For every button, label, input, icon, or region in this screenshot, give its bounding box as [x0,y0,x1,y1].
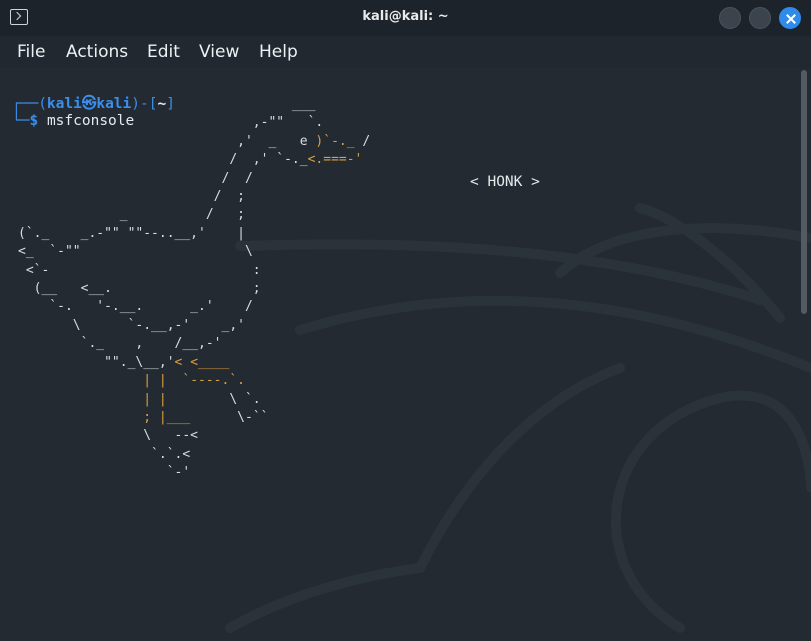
terminal-area[interactable]: ┌──(kali㉿kali)-[~] └─$ msfconsole < HONK… [0,68,811,641]
menu-edit[interactable]: Edit [147,42,180,62]
window-title: kali@kali: ~ [362,9,449,24]
menu-view[interactable]: View [199,42,239,62]
minimize-button[interactable] [719,7,741,29]
menu-bar: File Actions Edit View Help [0,36,811,68]
honk-speech-bubble: < HONK > [470,174,540,190]
maximize-button[interactable] [749,7,771,29]
goose-ascii-art: ___ ,-"" `. ,' _ e )`-._ / / ,' `-._<.==… [18,97,371,481]
scrollbar[interactable] [801,70,807,314]
terminal-window: kali@kali: ~ File Actions Edit View Help… [0,0,811,641]
close-button[interactable] [779,7,801,29]
menu-help[interactable]: Help [259,42,298,62]
menu-file[interactable]: File [17,42,45,62]
menu-actions[interactable]: Actions [66,42,128,62]
title-bar: kali@kali: ~ [0,0,811,36]
